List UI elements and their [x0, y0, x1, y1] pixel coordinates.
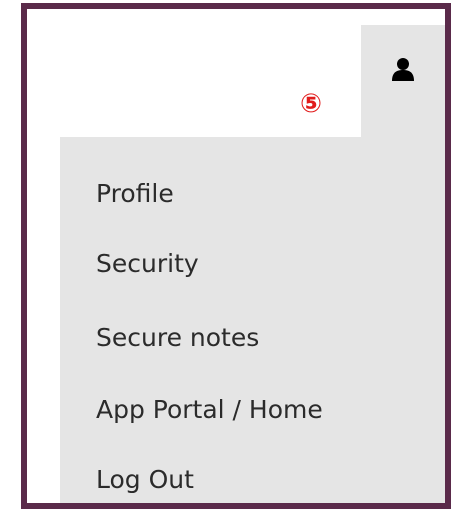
menu-item-secure-notes[interactable]: Secure notes	[96, 318, 259, 358]
user-icon	[391, 57, 415, 81]
menu-item-app-portal-home[interactable]: App Portal / Home	[96, 390, 323, 430]
account-dropdown-menu: Profile Security Secure notes App Portal…	[60, 137, 445, 503]
menu-item-log-out[interactable]: Log Out	[96, 460, 194, 500]
account-menu-button[interactable]	[361, 25, 445, 143]
menu-item-profile[interactable]: Profile	[96, 174, 174, 214]
screenshot-frame: ⑤ Profile Security Secure notes App Port…	[21, 3, 451, 509]
callout-marker: ⑤	[299, 89, 322, 119]
menu-item-security[interactable]: Security	[96, 244, 199, 284]
